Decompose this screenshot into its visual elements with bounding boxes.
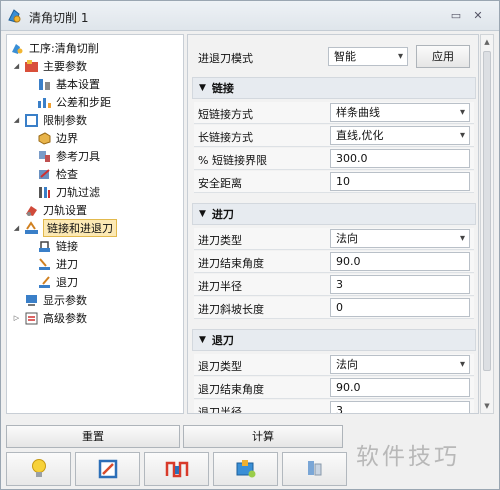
toolpath-wave-icon — [165, 461, 188, 478]
row-short-link-limit: % 短链接界限 300.0 — [194, 148, 474, 170]
tree-item-link-approach[interactable]: ◢ 链接和进退刀 — [12, 219, 117, 237]
vertical-scrollbar[interactable]: ▲ ▼ — [480, 34, 494, 414]
tool-icon — [39, 150, 50, 162]
window-title: 清角切削 1 — [29, 11, 89, 25]
section-link-title: 链接 — [211, 82, 234, 95]
scroll-thumb[interactable] — [483, 51, 491, 371]
display-icon — [26, 294, 37, 306]
machine-simulation-icon — [236, 460, 255, 478]
row-long-link: 长链接方式 直线,优化 — [194, 125, 474, 147]
row-approach-ramp-length: 进刀斜坡长度 0 — [194, 297, 474, 319]
section-approach-title: 进刀 — [211, 208, 234, 221]
tree-item-toolpath-settings[interactable]: 刀轨设置 — [24, 201, 87, 219]
approach-icon — [39, 257, 50, 270]
parameter-tree: 工序:清角切削 ◢ 主要参数 基本设置 公差和步距 ◢ 限制参数 边界 参考刀具 — [6, 34, 184, 414]
reset-button[interactable]: 重置 — [6, 425, 180, 448]
edit-box-icon — [98, 459, 117, 479]
tree-item-advanced-params[interactable]: ▷ 高级参数 — [12, 309, 87, 327]
limit-icon — [25, 113, 38, 127]
toolpath-button[interactable] — [144, 452, 209, 486]
watermark-text: 软件技巧 — [356, 444, 460, 470]
row-safe-distance: 安全距离 10 — [194, 171, 474, 193]
tree-item-basic-settings[interactable]: 基本设置 — [37, 75, 100, 93]
tree-item-link[interactable]: 链接 — [37, 237, 78, 255]
dialog-window: 清角切削 1 ▭ ✕ 工序:清角切削 ◢ 主要参数 基本设置 公差和步距 ◢ 限… — [0, 0, 500, 490]
row-approach-radius: 进刀半径 3 — [194, 274, 474, 296]
retract-end-angle-input[interactable]: 90.0 — [330, 378, 470, 397]
property-panel: 进退刀模式 智能 应用 ▼ 链接 短链接方式 样条曲线 长链接方式 直线,优化 … — [187, 34, 479, 414]
scroll-up-icon[interactable]: ▲ — [481, 36, 493, 48]
edit-boundary-button[interactable] — [75, 452, 140, 486]
link-approach-icon — [25, 220, 38, 234]
filter-icon — [39, 186, 50, 198]
hint-button[interactable] — [6, 452, 71, 486]
retract-radius-input[interactable]: 3 — [330, 401, 470, 413]
close-icon[interactable]: ✕ — [471, 9, 485, 23]
tree-item-main-params[interactable]: ◢ 主要参数 — [12, 57, 87, 75]
collapse-icon[interactable]: ◢ — [12, 62, 21, 70]
collapse-arrow-icon: ▼ — [199, 83, 206, 93]
tree-item-tolerance[interactable]: 公差和步距 — [37, 93, 111, 111]
calculate-button[interactable]: 计算 — [183, 425, 343, 448]
tree-item-boundary[interactable]: 边界 — [37, 129, 78, 147]
approach-type-select[interactable]: 法向 — [330, 229, 470, 248]
approach-ramp-length-input[interactable]: 0 — [330, 298, 470, 317]
approach-end-angle-input[interactable]: 90.0 — [330, 252, 470, 271]
section-retract-title: 退刀 — [211, 334, 234, 347]
tool-settings-icon — [307, 461, 321, 476]
link-icon — [39, 240, 50, 252]
row-short-link: 短链接方式 样条曲线 — [194, 102, 474, 124]
row-retract-end-angle: 退刀结束角度 90.0 — [194, 377, 474, 399]
safe-distance-input[interactable]: 10 — [330, 172, 470, 191]
tree-item-approach[interactable]: 进刀 — [37, 255, 78, 273]
simulate-button[interactable] — [213, 452, 278, 486]
section-approach-header[interactable]: ▼ 进刀 — [192, 203, 476, 225]
tree-item-limit-params[interactable]: ◢ 限制参数 — [12, 111, 87, 129]
collapse-arrow-icon: ▼ — [199, 209, 206, 219]
short-link-limit-input[interactable]: 300.0 — [330, 149, 470, 168]
operation-icon — [12, 43, 23, 54]
approach-radius-input[interactable]: 3 — [330, 275, 470, 294]
restore-icon[interactable]: ▭ — [449, 9, 463, 23]
section-link-header[interactable]: ▼ 链接 — [192, 77, 476, 99]
tree-item-retract[interactable]: 退刀 — [37, 273, 78, 291]
section-retract-header[interactable]: ▼ 退刀 — [192, 329, 476, 351]
tree-item-display-params[interactable]: 显示参数 — [24, 291, 87, 309]
advanced-icon — [25, 312, 38, 324]
mode-row: 进退刀模式 智能 应用 — [194, 43, 474, 71]
boundary-icon — [38, 131, 51, 145]
tree-item-toolpath-filter[interactable]: 刀轨过滤 — [37, 183, 100, 201]
tolerance-icon — [38, 97, 51, 108]
scroll-down-icon[interactable]: ▼ — [481, 400, 493, 412]
tree-root[interactable]: 工序:清角切削 — [10, 39, 99, 57]
check-icon — [39, 168, 50, 179]
tree-item-check[interactable]: 检查 — [37, 165, 78, 183]
retract-icon — [39, 275, 50, 288]
apply-button[interactable]: 应用 — [416, 45, 470, 68]
expand-icon[interactable]: ▷ — [12, 314, 21, 322]
retract-type-select[interactable]: 法向 — [330, 355, 470, 374]
params-icon — [25, 59, 38, 72]
action-icon-bar — [6, 452, 347, 488]
toolpath-icon — [26, 205, 37, 216]
mode-select[interactable]: 智能 — [328, 47, 408, 66]
collapse-icon[interactable]: ◢ — [12, 116, 21, 124]
row-approach-type: 进刀类型 法向 — [194, 228, 474, 250]
lightbulb-icon — [31, 459, 46, 477]
tree-item-reference-tool[interactable]: 参考刀具 — [37, 147, 100, 165]
long-link-select[interactable]: 直线,优化 — [330, 126, 470, 145]
row-retract-type: 退刀类型 法向 — [194, 354, 474, 376]
settings-icon — [39, 78, 50, 90]
title-bar: 清角切削 1 ▭ ✕ — [1, 1, 499, 31]
row-approach-end-angle: 进刀结束角度 90.0 — [194, 251, 474, 273]
app-icon — [8, 9, 21, 23]
tree-root-label: 工序:清角切削 — [29, 42, 99, 55]
mode-label: 进退刀模式 — [198, 52, 253, 65]
short-link-select[interactable]: 样条曲线 — [330, 103, 470, 122]
row-retract-radius: 退刀半径 3 — [194, 400, 474, 413]
collapse-arrow-icon: ▼ — [199, 335, 206, 345]
collapse-icon[interactable]: ◢ — [12, 224, 21, 232]
settings-button[interactable] — [282, 452, 347, 486]
